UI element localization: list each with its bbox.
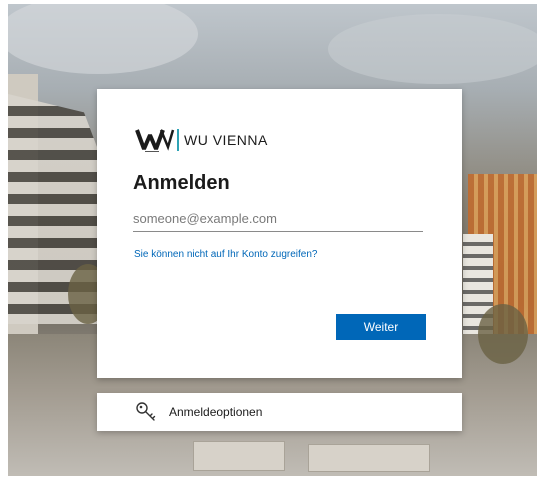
signin-options-button[interactable]: Anmeldeoptionen	[97, 393, 462, 431]
page-title: Anmelden	[133, 172, 230, 194]
wu-logo-mark-icon	[135, 129, 175, 152]
background-planter	[308, 444, 430, 472]
background-cloud	[8, 4, 198, 74]
signin-card: WU VIENNA Anmelden Sie können nicht auf …	[97, 89, 462, 378]
background-planter	[193, 441, 285, 471]
email-field[interactable]	[133, 205, 423, 232]
background-cloud	[328, 14, 537, 84]
background-tree	[478, 304, 528, 364]
cannot-access-account-link[interactable]: Sie können nicht auf Ihr Konto zugreifen…	[134, 249, 317, 260]
logo-text: WU VIENNA	[184, 132, 268, 148]
logo-separator	[177, 129, 179, 151]
signin-options-label: Anmeldeoptionen	[169, 405, 263, 419]
key-icon	[136, 402, 156, 421]
brand-logo: WU VIENNA	[135, 127, 268, 153]
next-button[interactable]: Weiter	[336, 314, 426, 340]
